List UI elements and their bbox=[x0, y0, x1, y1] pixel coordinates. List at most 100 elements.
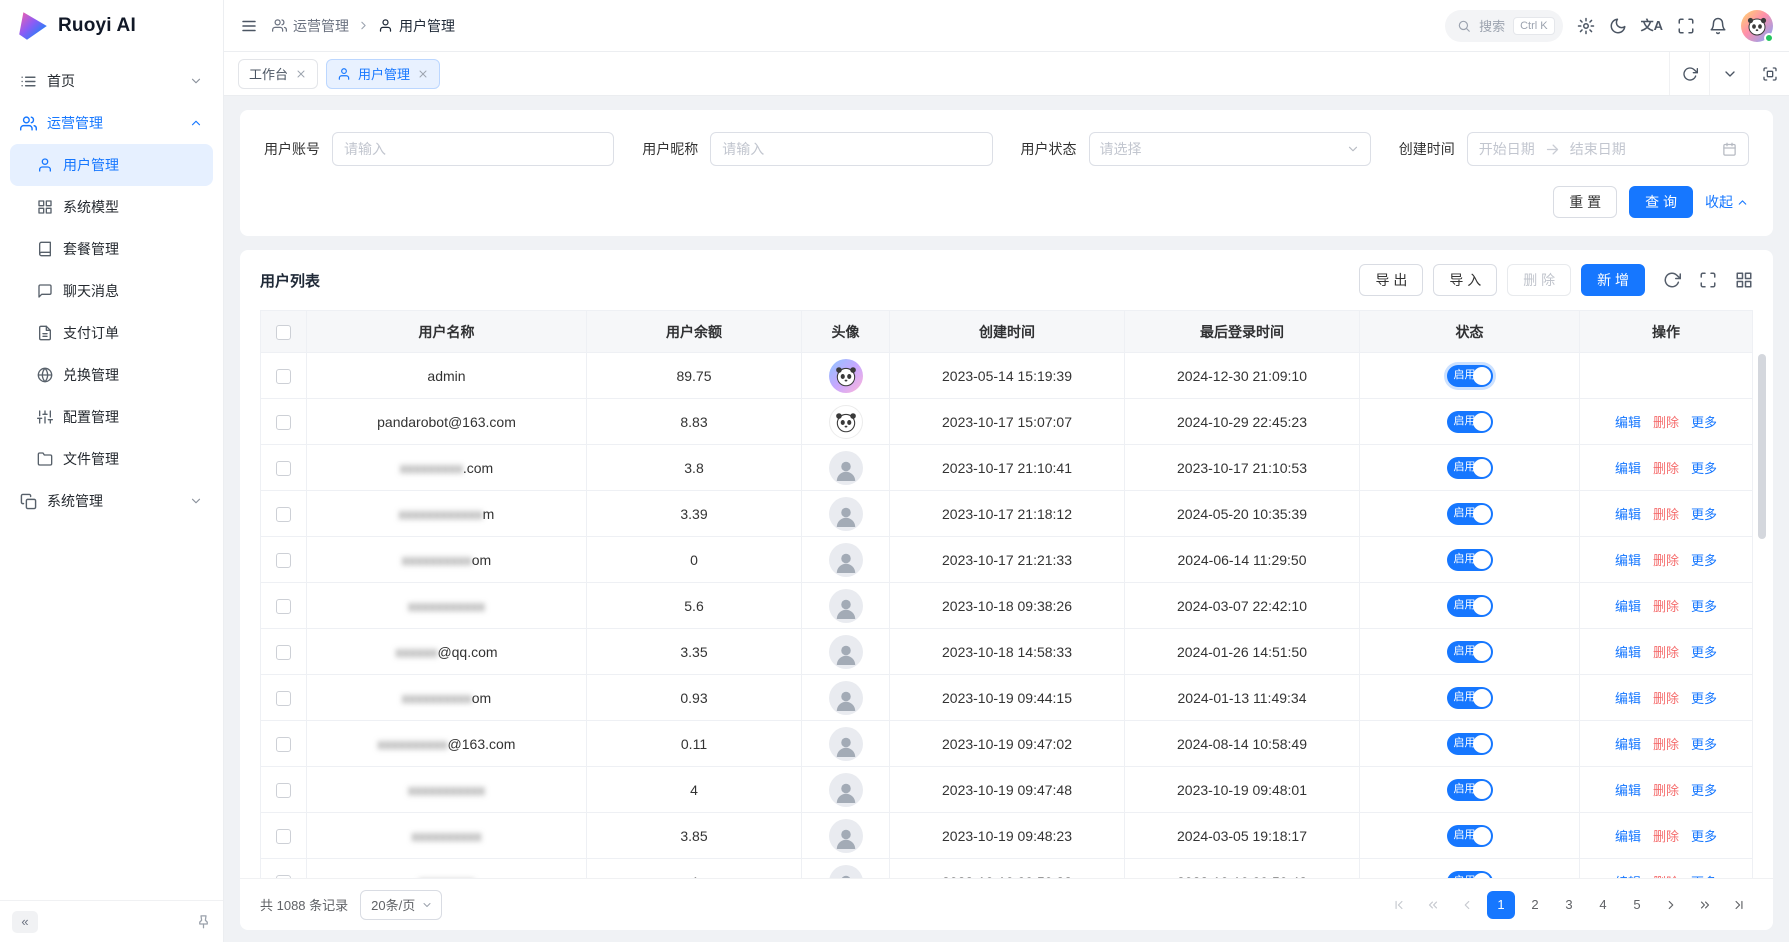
hamburger-icon[interactable] bbox=[240, 17, 258, 35]
page-button-5[interactable]: 5 bbox=[1623, 891, 1651, 919]
breadcrumb-item-operations[interactable]: 运营管理 bbox=[272, 16, 349, 36]
status-toggle[interactable]: 启用 bbox=[1447, 457, 1493, 479]
sidebar-item-file-management[interactable]: 文件管理 bbox=[10, 438, 213, 480]
row-checkbox[interactable] bbox=[276, 829, 291, 844]
edit-link[interactable]: 编辑 bbox=[1615, 553, 1641, 568]
query-button[interactable]: 查 询 bbox=[1629, 186, 1693, 218]
add-button[interactable]: 新 增 bbox=[1581, 264, 1645, 296]
row-checkbox[interactable] bbox=[276, 645, 291, 660]
jump-backward-button[interactable] bbox=[1419, 891, 1447, 919]
column-settings-icon[interactable] bbox=[1735, 271, 1753, 289]
logo[interactable]: Ruoyi AI bbox=[0, 0, 223, 52]
row-checkbox[interactable] bbox=[276, 737, 291, 752]
page-button-2[interactable]: 2 bbox=[1521, 891, 1549, 919]
row-checkbox[interactable] bbox=[276, 691, 291, 706]
more-link[interactable]: 更多 bbox=[1691, 737, 1717, 752]
date-range-picker[interactable]: 开始日期 结束日期 bbox=[1467, 132, 1749, 166]
first-page-button[interactable] bbox=[1385, 891, 1413, 919]
tab-options-button[interactable] bbox=[1709, 52, 1749, 95]
close-icon[interactable] bbox=[417, 68, 429, 80]
refresh-page-button[interactable] bbox=[1669, 52, 1709, 95]
sidebar-group-home[interactable]: 首页 bbox=[10, 60, 213, 102]
status-toggle[interactable]: 启用 bbox=[1447, 411, 1493, 433]
content-fullscreen-button[interactable] bbox=[1749, 52, 1789, 95]
edit-link[interactable]: 编辑 bbox=[1615, 507, 1641, 522]
next-page-button[interactable] bbox=[1657, 891, 1685, 919]
delete-link[interactable]: 删除 bbox=[1653, 829, 1679, 844]
status-toggle[interactable]: 启用 bbox=[1447, 503, 1493, 525]
select-all-checkbox[interactable] bbox=[276, 325, 291, 340]
more-link[interactable]: 更多 bbox=[1691, 829, 1717, 844]
delete-link[interactable]: 删除 bbox=[1653, 737, 1679, 752]
bell-icon[interactable] bbox=[1709, 17, 1727, 35]
more-link[interactable]: 更多 bbox=[1691, 645, 1717, 660]
delete-link[interactable]: 删除 bbox=[1653, 691, 1679, 706]
row-checkbox[interactable] bbox=[276, 507, 291, 522]
status-toggle[interactable]: 启用 bbox=[1447, 687, 1493, 709]
sidebar-item-redeem-management[interactable]: 兑换管理 bbox=[10, 354, 213, 396]
last-page-button[interactable] bbox=[1725, 891, 1753, 919]
status-toggle[interactable]: 启用 bbox=[1447, 779, 1493, 801]
row-checkbox[interactable] bbox=[276, 783, 291, 798]
row-checkbox[interactable] bbox=[276, 461, 291, 476]
translate-icon[interactable]: 文A bbox=[1641, 19, 1663, 32]
table-scrollbar[interactable] bbox=[1758, 354, 1766, 539]
row-checkbox[interactable] bbox=[276, 553, 291, 568]
avatar[interactable] bbox=[1741, 10, 1773, 42]
sidebar-group-operations[interactable]: 运营管理 bbox=[10, 102, 213, 144]
edit-link[interactable]: 编辑 bbox=[1615, 599, 1641, 614]
account-input[interactable] bbox=[332, 132, 614, 166]
sidebar-collapse-button[interactable]: « bbox=[12, 911, 38, 933]
edit-link[interactable]: 编辑 bbox=[1615, 737, 1641, 752]
status-toggle[interactable]: 启用 bbox=[1447, 595, 1493, 617]
export-button[interactable]: 导 出 bbox=[1359, 264, 1423, 296]
refresh-table-icon[interactable] bbox=[1663, 271, 1681, 289]
row-checkbox[interactable] bbox=[276, 415, 291, 430]
row-checkbox[interactable] bbox=[276, 599, 291, 614]
table-fullscreen-icon[interactable] bbox=[1699, 271, 1717, 289]
sidebar-item-payment-orders[interactable]: 支付订单 bbox=[10, 312, 213, 354]
sidebar-item-user-management[interactable]: 用户管理 bbox=[10, 144, 213, 186]
more-link[interactable]: 更多 bbox=[1691, 507, 1717, 522]
delete-link[interactable]: 删除 bbox=[1653, 461, 1679, 476]
page-button-3[interactable]: 3 bbox=[1555, 891, 1583, 919]
sidebar-item-system-models[interactable]: 系统模型 bbox=[10, 186, 213, 228]
breadcrumb-item-users[interactable]: 用户管理 bbox=[378, 16, 455, 36]
tab-user-management[interactable]: 用户管理 bbox=[326, 59, 440, 89]
delete-button[interactable]: 删 除 bbox=[1507, 264, 1571, 296]
status-toggle[interactable]: 启用 bbox=[1447, 733, 1493, 755]
status-toggle[interactable]: 启用 bbox=[1447, 641, 1493, 663]
more-link[interactable]: 更多 bbox=[1691, 783, 1717, 798]
row-checkbox[interactable] bbox=[276, 369, 291, 384]
collapse-filter-link[interactable]: 收起 bbox=[1705, 192, 1749, 212]
more-link[interactable]: 更多 bbox=[1691, 691, 1717, 706]
edit-link[interactable]: 编辑 bbox=[1615, 783, 1641, 798]
edit-link[interactable]: 编辑 bbox=[1615, 645, 1641, 660]
page-button-1[interactable]: 1 bbox=[1487, 891, 1515, 919]
prev-page-button[interactable] bbox=[1453, 891, 1481, 919]
delete-link[interactable]: 删除 bbox=[1653, 553, 1679, 568]
sidebar-group-system[interactable]: 系统管理 bbox=[10, 480, 213, 522]
fullscreen-icon[interactable] bbox=[1677, 17, 1695, 35]
nickname-input[interactable] bbox=[710, 132, 992, 166]
reset-button[interactable]: 重 置 bbox=[1553, 186, 1617, 218]
gear-icon[interactable] bbox=[1577, 17, 1595, 35]
more-link[interactable]: 更多 bbox=[1691, 415, 1717, 430]
close-icon[interactable] bbox=[295, 68, 307, 80]
sidebar-item-config-management[interactable]: 配置管理 bbox=[10, 396, 213, 438]
edit-link[interactable]: 编辑 bbox=[1615, 691, 1641, 706]
delete-link[interactable]: 删除 bbox=[1653, 507, 1679, 522]
delete-link[interactable]: 删除 bbox=[1653, 645, 1679, 660]
sidebar-item-package-management[interactable]: 套餐管理 bbox=[10, 228, 213, 270]
delete-link[interactable]: 删除 bbox=[1653, 415, 1679, 430]
delete-link[interactable]: 删除 bbox=[1653, 783, 1679, 798]
status-toggle[interactable]: 启用 bbox=[1447, 825, 1493, 847]
global-search[interactable]: 搜索 Ctrl K bbox=[1445, 10, 1563, 42]
jump-forward-button[interactable] bbox=[1691, 891, 1719, 919]
page-size-select[interactable]: 20条/页 bbox=[360, 890, 442, 920]
page-button-4[interactable]: 4 bbox=[1589, 891, 1617, 919]
delete-link[interactable]: 删除 bbox=[1653, 599, 1679, 614]
more-link[interactable]: 更多 bbox=[1691, 599, 1717, 614]
status-toggle[interactable]: 启用 bbox=[1447, 871, 1493, 879]
status-select[interactable]: 请选择 bbox=[1089, 132, 1371, 166]
